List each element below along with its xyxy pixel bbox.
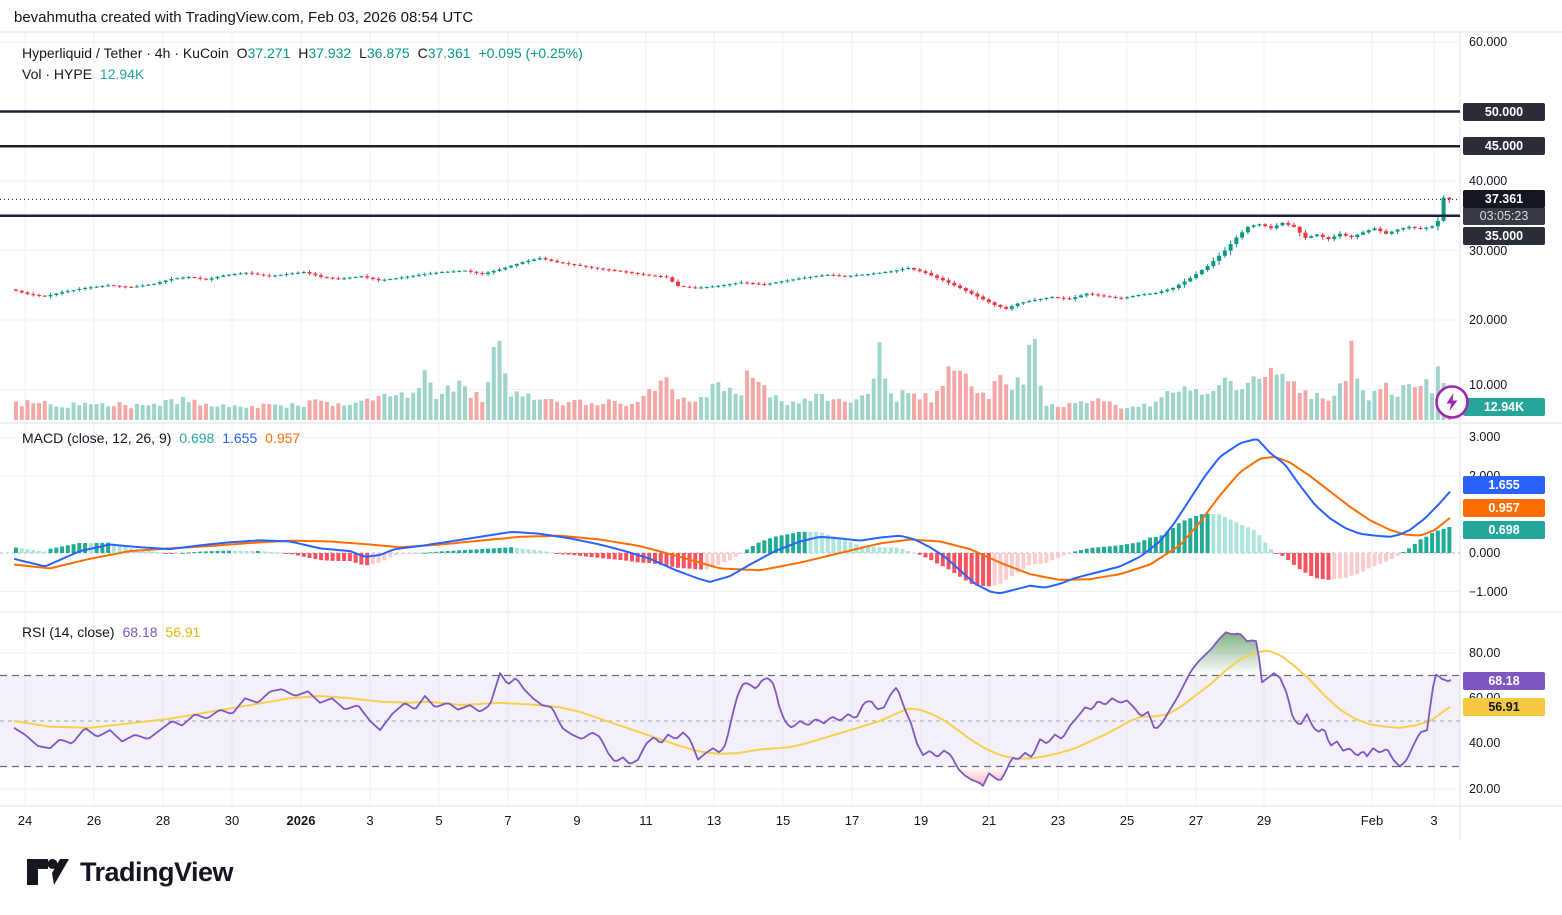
price-axis-label: 10.000 bbox=[1469, 378, 1507, 392]
volume-legend: Vol · HYPE 12.94K bbox=[22, 66, 148, 82]
current-price-label: 37.361 bbox=[1463, 190, 1545, 208]
rsi-axis-label: 40.00 bbox=[1469, 736, 1500, 750]
macd-value-label: 0.698 bbox=[1463, 521, 1545, 539]
time-axis-label: 24 bbox=[18, 813, 32, 828]
time-axis-label: 26 bbox=[87, 813, 101, 828]
rsi-axis-label: 20.00 bbox=[1469, 782, 1500, 796]
volume-legend-label[interactable]: Vol · HYPE bbox=[22, 66, 92, 82]
price-axis-label: 40.000 bbox=[1469, 174, 1507, 188]
boost-lightning-icon[interactable] bbox=[1432, 382, 1472, 422]
time-axis-label: 30 bbox=[225, 813, 239, 828]
rsi-value-label: 56.91 bbox=[1463, 698, 1545, 716]
macd-legend: MACD (close, 12, 26, 9) 0.698 1.655 0.95… bbox=[22, 430, 304, 446]
time-axis-label: 15 bbox=[776, 813, 790, 828]
macd-signal-line[interactable] bbox=[14, 457, 1450, 580]
time-axis-label: 5 bbox=[435, 813, 442, 828]
volume-legend-value: 12.94K bbox=[100, 66, 144, 82]
time-axis-label: 27 bbox=[1189, 813, 1203, 828]
macd-line-value: 1.655 bbox=[222, 430, 257, 446]
close-key: C bbox=[418, 45, 428, 61]
rsi-overbought-fill bbox=[14, 632, 1452, 675]
time-axis-label: 29 bbox=[1257, 813, 1271, 828]
price-axis-label: 20.000 bbox=[1469, 313, 1507, 327]
chart-page: bevahmutha created with TradingView.com,… bbox=[0, 0, 1562, 915]
time-axis-label: 25 bbox=[1120, 813, 1134, 828]
time-axis-label: 19 bbox=[914, 813, 928, 828]
macd-signal-value: 0.957 bbox=[265, 430, 300, 446]
low-key: L bbox=[359, 45, 367, 61]
close-value: 37.361 bbox=[428, 45, 471, 61]
price-line-label: 35.000 bbox=[1463, 227, 1545, 245]
time-axis-label: 28 bbox=[156, 813, 170, 828]
symbol-title[interactable]: Hyperliquid / Tether · 4h · KuCoin bbox=[22, 45, 229, 61]
rsi-value: 68.18 bbox=[122, 624, 157, 640]
rsi-ma-value: 56.91 bbox=[165, 624, 200, 640]
macd-hist-value: 0.698 bbox=[179, 430, 214, 446]
time-axis-label: 17 bbox=[845, 813, 859, 828]
change-value: +0.095 (+0.25%) bbox=[478, 45, 582, 61]
candles bbox=[14, 195, 1451, 311]
time-axis-label: 3 bbox=[1430, 813, 1437, 828]
bar-countdown-label: 03:05:23 bbox=[1463, 207, 1545, 225]
high-value: 37.932 bbox=[308, 45, 351, 61]
time-axis-label: 23 bbox=[1051, 813, 1065, 828]
time-axis-label: 2026 bbox=[287, 813, 316, 828]
tradingview-logo[interactable]: TradingView bbox=[26, 856, 233, 888]
rsi-axis-label: 80.00 bbox=[1469, 646, 1500, 660]
macd-axis-label: −1.000 bbox=[1469, 585, 1508, 599]
open-key: O bbox=[237, 45, 248, 61]
rsi-oversold-fill bbox=[14, 767, 1452, 786]
volume-value-label: 12.94K bbox=[1463, 398, 1545, 416]
time-axis-label: 9 bbox=[573, 813, 580, 828]
tradingview-logo-text: TradingView bbox=[80, 857, 233, 888]
time-axis-label: 3 bbox=[366, 813, 373, 828]
time-axis-label: Feb bbox=[1361, 813, 1383, 828]
macd-axis-label: 3.000 bbox=[1469, 430, 1500, 444]
rsi-value-label: 68.18 bbox=[1463, 672, 1545, 690]
time-axis-label: 21 bbox=[982, 813, 996, 828]
price-line-label: 45.000 bbox=[1463, 137, 1545, 155]
time-axis-label: 13 bbox=[707, 813, 721, 828]
tradingview-logo-icon bbox=[26, 856, 70, 888]
rsi-legend: RSI (14, close) 68.18 56.91 bbox=[22, 624, 204, 640]
high-key: H bbox=[298, 45, 308, 61]
macd-value-label: 1.655 bbox=[1463, 476, 1545, 494]
rsi-legend-label[interactable]: RSI (14, close) bbox=[22, 624, 115, 640]
volume-bars bbox=[14, 339, 1451, 420]
price-axis-label: 30.000 bbox=[1469, 244, 1507, 258]
price-line-label: 50.000 bbox=[1463, 103, 1545, 121]
macd-legend-label[interactable]: MACD (close, 12, 26, 9) bbox=[22, 430, 171, 446]
macd-value-label: 0.957 bbox=[1463, 499, 1545, 517]
macd-axis-label: 0.000 bbox=[1469, 546, 1500, 560]
time-axis-label: 11 bbox=[639, 813, 653, 828]
price-legend: Hyperliquid / Tether · 4h · KuCoin O37.2… bbox=[22, 45, 587, 61]
chart-canvas[interactable] bbox=[0, 0, 1562, 915]
time-axis-label: 7 bbox=[504, 813, 511, 828]
price-axis-label: 60.000 bbox=[1469, 35, 1507, 49]
open-value: 37.271 bbox=[248, 45, 291, 61]
low-value: 36.875 bbox=[367, 45, 410, 61]
